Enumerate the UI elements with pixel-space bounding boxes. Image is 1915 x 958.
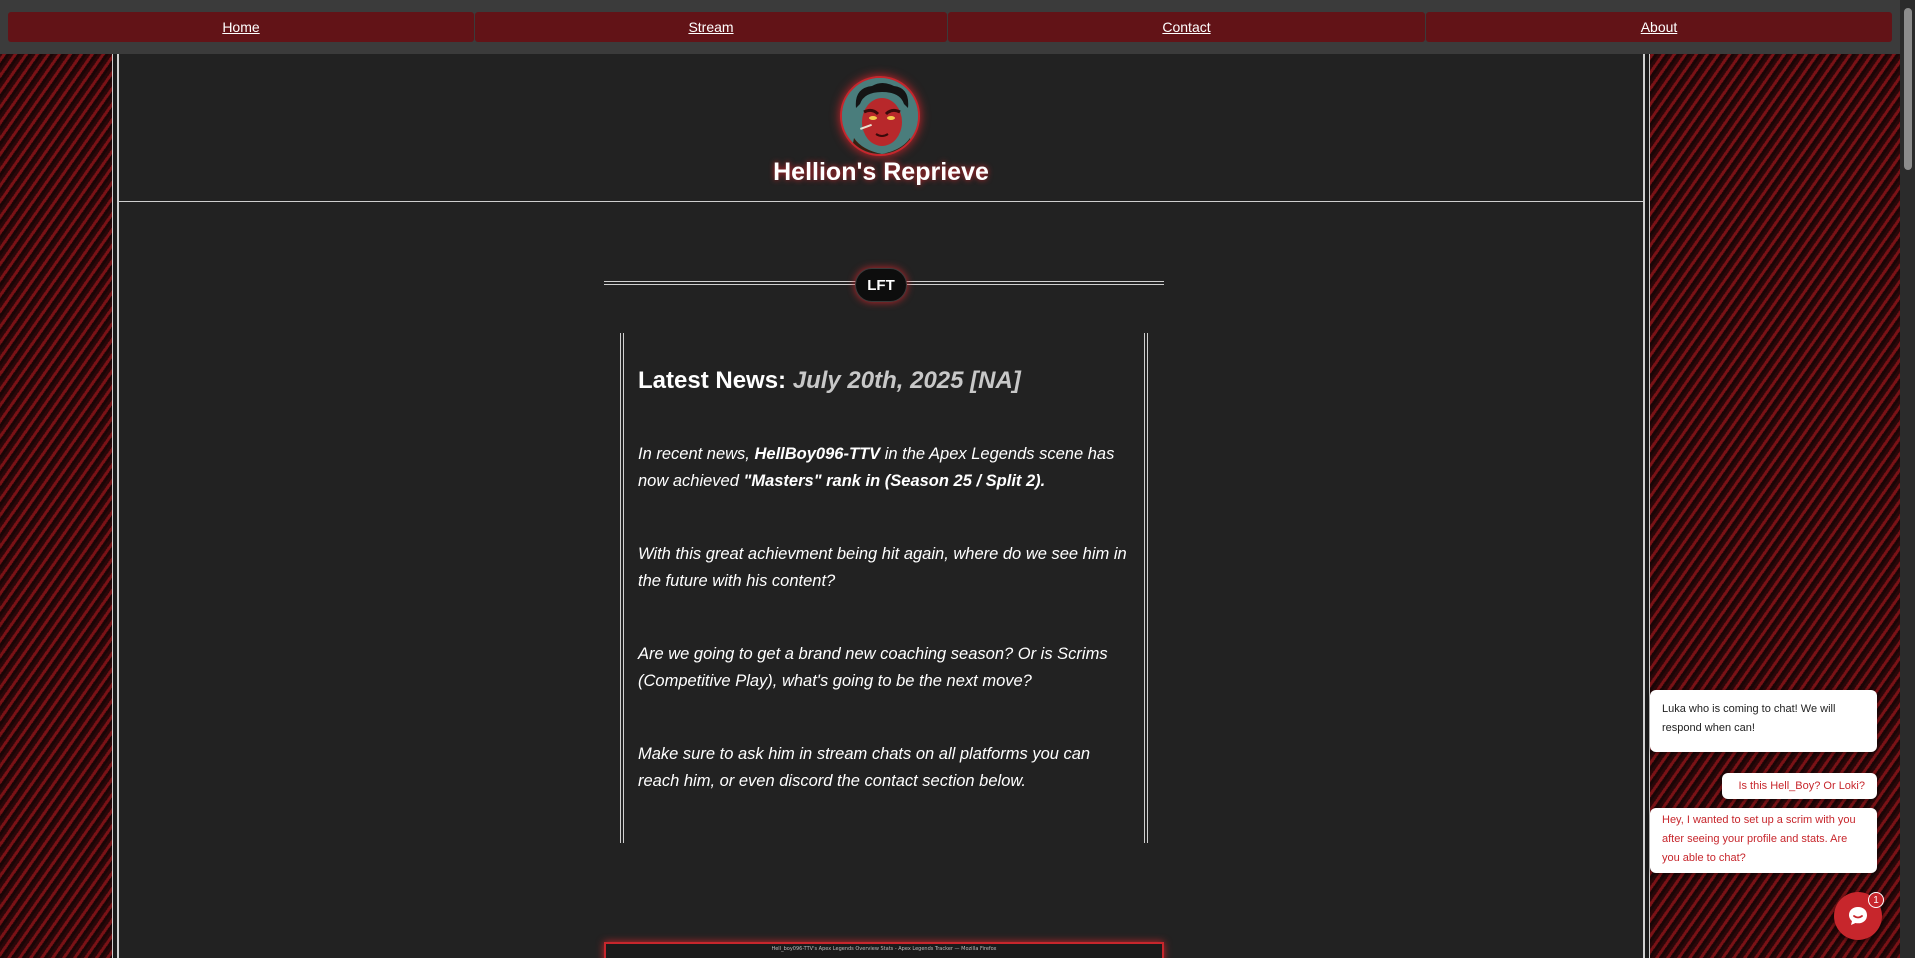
nav-contact-link[interactable]: Contact: [948, 12, 1425, 42]
news-heading: Latest News: July 20th, 2025 [NA]: [638, 367, 1130, 395]
nav-stream-link[interactable]: Stream: [475, 12, 947, 42]
panel-border-left: [112, 54, 114, 958]
chat-message-welcome[interactable]: Luka who is coming to chat! We will resp…: [1650, 690, 1877, 752]
chat-message-scrim[interactable]: Hey, I wanted to set up a scrim with you…: [1650, 808, 1877, 873]
devil-avatar-icon: [840, 76, 920, 156]
news-paragraph-3: Are we going to get a brand new coaching…: [638, 645, 1108, 690]
news-paragraph-1: In recent news, HellBoy096-TTV in the Ap…: [638, 441, 1130, 495]
top-nav: Home Stream Contact About: [0, 0, 1900, 54]
page-scrollbar[interactable]: [1900, 0, 1915, 958]
stats-screenshot-preview: Hell_boy096-TTV's Apex Legends Overview …: [604, 942, 1164, 958]
nav-home-link[interactable]: Home: [8, 12, 474, 42]
preview-window-title: Hell_boy096-TTV's Apex Legends Overview …: [771, 946, 997, 952]
news-date: July 20th, 2025 [NA]: [792, 367, 1021, 394]
news-p1-rank: "Masters" rank in (Season 25 / Split 2).: [743, 472, 1046, 490]
site-title: Hellion's Reprieve: [773, 158, 989, 186]
news-heading-label: Latest News:: [638, 367, 787, 394]
main-panel: Hellion's Reprieve LFT Latest News: July…: [117, 54, 1645, 958]
chat-message-question[interactable]: Is this Hell_Boy? Or Loki?: [1722, 773, 1877, 799]
lft-badge: LFT: [855, 268, 907, 302]
chat-bubble-icon: [1849, 907, 1867, 925]
news-paragraph-4: Make sure to ask him in stream chats on …: [638, 745, 1091, 790]
scrollbar-thumb[interactable]: [1904, 8, 1912, 170]
news-article: Latest News: July 20th, 2025 [NA] In rec…: [620, 333, 1148, 843]
site-header: Hellion's Reprieve: [119, 54, 1643, 202]
news-paragraph-2: With this great achievment being hit aga…: [638, 545, 1127, 590]
nav-about-link[interactable]: About: [1426, 12, 1892, 42]
chat-unread-badge: 1: [1868, 892, 1884, 908]
news-p1-player: HellBoy096-TTV: [754, 445, 881, 463]
news-p1-intro: In recent news,: [638, 445, 755, 463]
